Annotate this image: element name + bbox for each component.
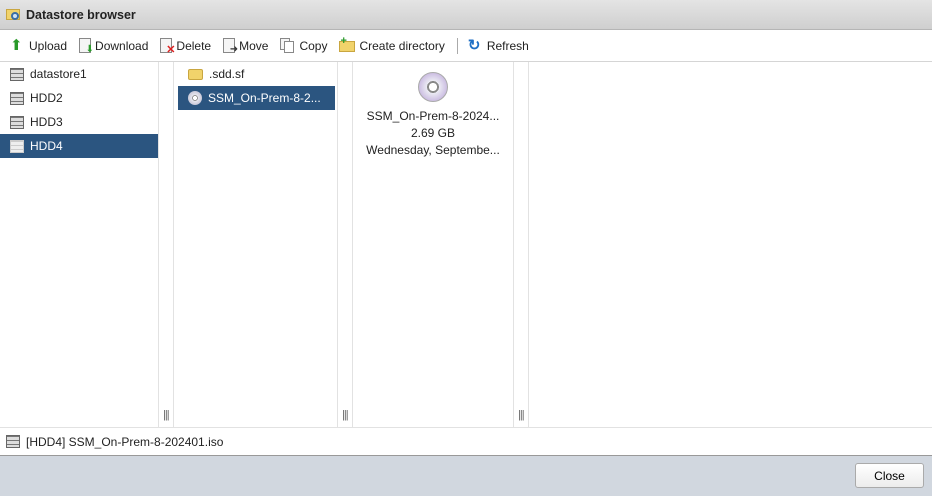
copy-icon: [280, 38, 295, 53]
status-bar: [HDD4] SSM_On-Prem-8-202401.iso: [0, 427, 932, 456]
datastore-icon: [10, 139, 24, 153]
upload-button[interactable]: ⬆ Upload: [10, 38, 67, 53]
file-label: SSM_On-Prem-8-2...: [208, 91, 321, 105]
download-label: Download: [95, 38, 149, 53]
datastore-browser-icon: [6, 7, 22, 23]
download-button[interactable]: ⬇ Download: [79, 38, 149, 55]
copy-button[interactable]: Copy: [280, 38, 327, 53]
title-bar: Datastore browser: [0, 0, 932, 30]
create-directory-button[interactable]: + Create directory: [339, 35, 445, 53]
datastore-label: HDD2: [30, 91, 63, 105]
column-resizer[interactable]: |||: [337, 62, 353, 427]
datastore-icon: [10, 115, 24, 129]
status-path: [HDD4] SSM_On-Prem-8-202401.iso: [26, 434, 224, 449]
datastore-item[interactable]: datastore1: [0, 62, 158, 86]
resizer-grip: |||: [518, 409, 525, 421]
refresh-button[interactable]: ↻ Refresh: [468, 38, 529, 53]
delete-button[interactable]: ✕ Delete: [160, 38, 212, 56]
resizer-grip: |||: [163, 409, 170, 421]
toolbar-divider: [456, 37, 458, 54]
toolbar: ⬆ Upload ⬇ Download ✕ Delete ➜ Move Copy + Cr…: [0, 30, 932, 62]
datastore-icon: [6, 435, 20, 448]
new-folder-icon: +: [339, 35, 356, 53]
file-details: SSM_On-Prem-8-2024... 2.69 GB Wednesday,…: [353, 62, 513, 427]
window-title: Datastore browser: [26, 7, 136, 22]
move-button[interactable]: ➜ Move: [223, 38, 269, 55]
file-date: Wednesday, Septembe...: [366, 143, 500, 157]
upload-label: Upload: [29, 38, 68, 53]
column-resizer[interactable]: |||: [158, 62, 174, 427]
resizer-grip: |||: [342, 409, 349, 421]
delete-icon: ✕: [160, 38, 175, 56]
move-label: Move: [239, 38, 269, 53]
datastore-item[interactable]: HDD3: [0, 110, 158, 134]
datastore-icon: [10, 67, 24, 81]
datastore-label: HDD4: [30, 139, 63, 153]
datastore-icon: [10, 91, 24, 105]
file-name: SSM_On-Prem-8-2024...: [366, 109, 500, 123]
datastore-label: datastore1: [30, 67, 87, 81]
footer: Close: [0, 456, 932, 496]
create-directory-label: Create directory: [359, 38, 445, 53]
refresh-icon: ↻: [467, 37, 481, 54]
datastore-list: datastore1 HDD2 HDD3 HDD4: [0, 62, 158, 427]
file-item[interactable]: .sdd.sf: [178, 62, 335, 86]
datastore-item[interactable]: HDD2: [0, 86, 158, 110]
upload-arrow-icon: ⬆: [10, 37, 23, 54]
copy-label: Copy: [299, 38, 328, 53]
file-item[interactable]: SSM_On-Prem-8-2...: [178, 86, 335, 110]
datastore-label: HDD3: [30, 115, 63, 129]
file-size: 2.69 GB: [410, 126, 456, 140]
delete-label: Delete: [176, 38, 212, 53]
move-icon: ➜: [223, 38, 238, 55]
disc-icon: [188, 91, 202, 105]
refresh-label: Refresh: [486, 38, 529, 53]
disc-icon: [418, 72, 448, 102]
folder-icon: [188, 68, 203, 80]
column-resizer[interactable]: |||: [513, 62, 529, 427]
close-button[interactable]: Close: [855, 463, 924, 488]
file-label: .sdd.sf: [209, 67, 245, 81]
download-icon: ⬇: [79, 38, 94, 55]
datastore-item[interactable]: HDD4: [0, 134, 158, 158]
file-list: .sdd.sf SSM_On-Prem-8-2...: [175, 62, 337, 427]
